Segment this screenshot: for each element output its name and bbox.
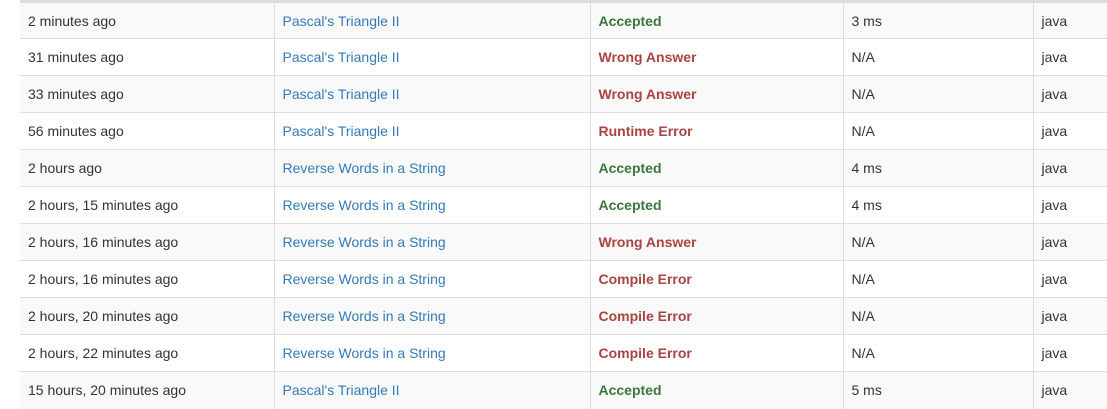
problem-cell: Reverse Words in a String [273,223,590,261]
submissions-table: 2 minutes ago Pascal's Triangle II Accep… [20,0,1107,409]
problem-cell: Reverse Words in a String [273,334,590,372]
status-link[interactable]: Runtime Error [599,123,693,139]
submission-time: 56 minutes ago [20,112,274,150]
problem-cell: Pascal's Triangle II [273,75,590,113]
language-value: java [1032,260,1107,298]
runtime-value: 4 ms [842,186,1033,224]
runtime-value: 4 ms [842,149,1033,187]
language-value: java [1032,38,1107,76]
status-link[interactable]: Wrong Answer [599,234,697,250]
problem-link[interactable]: Reverse Words in a String [283,160,446,176]
language-value: java [1032,334,1107,372]
status-link[interactable]: Accepted [599,160,662,176]
problem-link[interactable]: Pascal's Triangle II [283,382,400,398]
status-link[interactable]: Compile Error [599,271,692,287]
submission-time: 15 hours, 20 minutes ago [20,371,274,409]
status-link[interactable]: Accepted [599,197,662,213]
language-value: java [1032,223,1107,261]
table-row: 2 hours ago Reverse Words in a String Ac… [20,149,1107,187]
status-link[interactable]: Accepted [599,13,662,29]
table-row: 2 hours, 22 minutes ago Reverse Words in… [20,334,1107,372]
problem-cell: Reverse Words in a String [273,297,590,335]
table-row: 2 minutes ago Pascal's Triangle II Accep… [20,0,1107,39]
status-link[interactable]: Wrong Answer [599,49,697,65]
status-link[interactable]: Wrong Answer [599,86,697,102]
language-value: java [1032,149,1107,187]
problem-link[interactable]: Reverse Words in a String [283,345,446,361]
status-link[interactable]: Compile Error [599,345,692,361]
problem-cell: Reverse Words in a String [273,149,590,187]
table-row: 2 hours, 16 minutes ago Reverse Words in… [20,260,1107,298]
table-row: 31 minutes ago Pascal's Triangle II Wron… [20,38,1107,76]
status-cell: Runtime Error [589,112,843,150]
problem-cell: Reverse Words in a String [273,260,590,298]
language-value: java [1032,75,1107,113]
problem-cell: Reverse Words in a String [273,186,590,224]
runtime-value: N/A [842,223,1033,261]
submission-time: 2 hours ago [20,149,274,187]
problem-link[interactable]: Reverse Words in a String [283,308,446,324]
submission-time: 31 minutes ago [20,38,274,76]
problem-cell: Pascal's Triangle II [273,371,590,409]
problem-link[interactable]: Reverse Words in a String [283,234,446,250]
status-cell: Wrong Answer [589,223,843,261]
submission-time: 2 hours, 22 minutes ago [20,334,274,372]
submission-time: 33 minutes ago [20,75,274,113]
problem-cell: Pascal's Triangle II [273,0,590,39]
submission-time: 2 minutes ago [20,0,274,39]
status-cell: Accepted [589,149,843,187]
table-row: 2 hours, 16 minutes ago Reverse Words in… [20,223,1107,261]
runtime-value: N/A [842,112,1033,150]
problem-cell: Pascal's Triangle II [273,38,590,76]
language-value: java [1032,0,1107,39]
status-cell: Accepted [589,371,843,409]
runtime-value: N/A [842,38,1033,76]
submission-time: 2 hours, 15 minutes ago [20,186,274,224]
table-row: 2 hours, 15 minutes ago Reverse Words in… [20,186,1107,224]
status-cell: Compile Error [589,260,843,298]
table-row: 56 minutes ago Pascal's Triangle II Runt… [20,112,1107,150]
language-value: java [1032,371,1107,409]
status-cell: Compile Error [589,297,843,335]
status-cell: Compile Error [589,334,843,372]
language-value: java [1032,297,1107,335]
language-value: java [1032,112,1107,150]
status-cell: Wrong Answer [589,75,843,113]
submissions-table-container: 2 minutes ago Pascal's Triangle II Accep… [20,0,1107,409]
problem-link[interactable]: Reverse Words in a String [283,197,446,213]
status-cell: Wrong Answer [589,38,843,76]
submission-time: 2 hours, 16 minutes ago [20,260,274,298]
runtime-value: N/A [842,334,1033,372]
table-row: 33 minutes ago Pascal's Triangle II Wron… [20,75,1107,113]
problem-link[interactable]: Pascal's Triangle II [283,123,400,139]
status-cell: Accepted [589,186,843,224]
runtime-value: N/A [842,75,1033,113]
problem-link[interactable]: Pascal's Triangle II [283,86,400,102]
table-row: 2 hours, 20 minutes ago Reverse Words in… [20,297,1107,335]
language-value: java [1032,186,1107,224]
table-row: 15 hours, 20 minutes ago Pascal's Triang… [20,371,1107,409]
status-link[interactable]: Accepted [599,382,662,398]
problem-link[interactable]: Pascal's Triangle II [283,13,400,29]
problem-link[interactable]: Pascal's Triangle II [283,49,400,65]
runtime-value: 5 ms [842,371,1033,409]
runtime-value: N/A [842,260,1033,298]
runtime-value: N/A [842,297,1033,335]
problem-cell: Pascal's Triangle II [273,112,590,150]
submission-time: 2 hours, 20 minutes ago [20,297,274,335]
status-link[interactable]: Compile Error [599,308,692,324]
runtime-value: 3 ms [842,0,1033,39]
submissions-table-body: 2 minutes ago Pascal's Triangle II Accep… [20,0,1107,409]
status-cell: Accepted [589,0,843,39]
submission-time: 2 hours, 16 minutes ago [20,223,274,261]
problem-link[interactable]: Reverse Words in a String [283,271,446,287]
